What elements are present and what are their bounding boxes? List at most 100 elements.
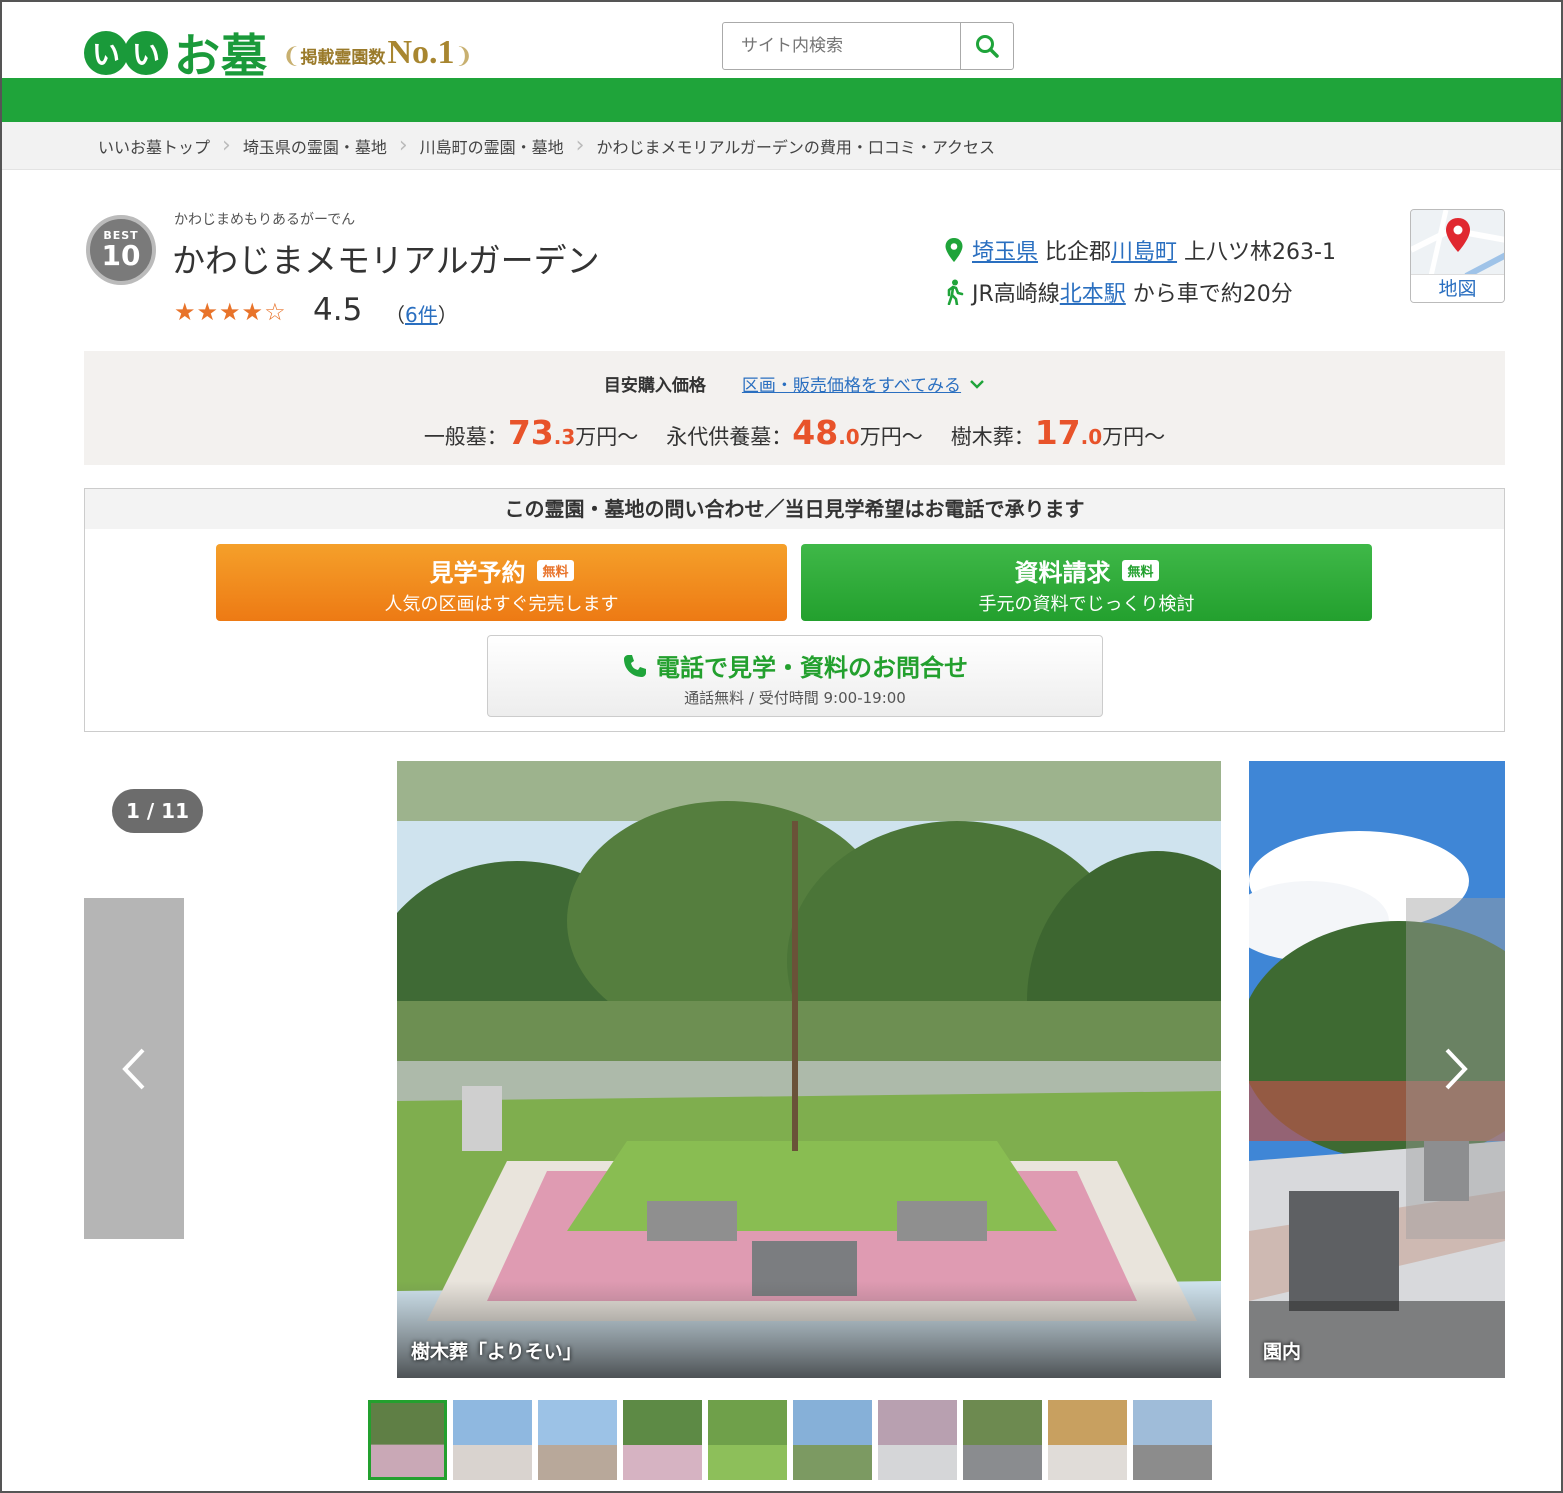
address-rest: 上八ツ林263-1 (1177, 240, 1336, 265)
chevron-right-icon (1445, 1048, 1468, 1089)
address: 埼玉県 比企郡 川島町 上八ツ林263-1 (944, 234, 1336, 266)
gallery-thumbnail[interactable] (878, 1400, 957, 1480)
thumbnail-photo (371, 1403, 444, 1477)
gallery-thumbnail[interactable] (453, 1400, 532, 1480)
breadcrumb-item-current: かわじまメモリアルガーデンの費用・口コミ・アクセス (596, 137, 996, 157)
map-pin-icon (944, 237, 964, 263)
thumbnail-photo (878, 1400, 957, 1480)
review-paren-close: ） (437, 303, 458, 327)
rating-value: 4.5 (313, 292, 363, 328)
gallery-thumbnail[interactable] (368, 1400, 447, 1480)
address-prefecture-link[interactable]: 埼玉県 (972, 234, 1038, 266)
thumbnail-photo (623, 1400, 702, 1480)
address-town-link[interactable]: 川島町 (1111, 234, 1177, 266)
garden-photo (397, 761, 1221, 1378)
all-prices-link[interactable]: 区画・販売価格をすべてみる (742, 371, 961, 396)
chevron-right-icon: › (575, 133, 585, 158)
price-item-dec: .0 (1080, 425, 1103, 449)
best-rank: 10 (101, 239, 141, 272)
gallery-thumbnail[interactable] (1133, 1400, 1212, 1480)
tour-reservation-button[interactable]: 見学予約 無料 人気の区画はすぐ完売します (216, 544, 787, 621)
price-item-dec: .3 (553, 425, 576, 449)
price-item-int: 48 (792, 413, 839, 452)
slide-counter: 1 / 11 (112, 789, 203, 833)
price-item-dec: .0 (838, 425, 860, 449)
laurel-left-icon: ❨ (282, 44, 301, 69)
address-district: 比企郡 (1038, 240, 1112, 265)
thumbnail-photo (538, 1400, 617, 1480)
gallery-thumbnail[interactable] (963, 1400, 1042, 1480)
access-info: JR高崎線 北本駅 から車で約20分 (944, 276, 1293, 308)
price-item-name: 一般墓： (423, 425, 508, 449)
logo-no1-badge: ❨ 掲載霊園数 No.1 ❩ (282, 34, 473, 72)
phone-inquiry-button[interactable]: 電話で見学・資料のお問合せ 通話無料 / 受付時間 9:00-19:00 (487, 635, 1103, 717)
phone-title-row: 電話で見学・資料のお問合せ (488, 648, 1102, 683)
thumbnail-photo (793, 1400, 872, 1480)
price-item-eitai: 永代供養墓：48.0万円～ (666, 413, 922, 452)
logo-badge-text: 掲載霊園数 (300, 48, 386, 68)
gallery-thumbnail[interactable] (538, 1400, 617, 1480)
breadcrumb-item-town[interactable]: 川島町の霊園・墓地 (420, 134, 564, 158)
slide-caption: 樹木葬「よりそい」 (411, 1341, 582, 1363)
price-label: 目安購入価格 (603, 376, 706, 396)
global-nav-bar (2, 78, 1561, 122)
gallery-thumbnail[interactable] (793, 1400, 872, 1480)
site-header: い い お墓 ❨ 掲載霊園数 No.1 ❩ (0, 0, 1563, 83)
next-slide-button[interactable] (1406, 898, 1505, 1239)
price-item-unit: 万円～ (1102, 425, 1166, 449)
site-logo[interactable]: い い お墓 ❨ 掲載霊園数 No.1 ❩ (84, 20, 473, 86)
access-rest: から車で約20分 (1125, 282, 1293, 307)
cemetery-kana: かわじまめもりあるがーでん (174, 212, 356, 228)
price-item-unit: 万円～ (575, 425, 639, 449)
breadcrumb-item-top[interactable]: いいお墓トップ (98, 134, 210, 158)
price-items: 一般墓：73.3万円～ 永代供養墓：48.0万円～ 樹木葬：17.0万円～ (84, 413, 1505, 452)
page-title: かわじまメモリアルガーデン (172, 241, 600, 280)
map-thumbnail-icon (1411, 210, 1504, 276)
map-button[interactable]: 地図 (1410, 209, 1505, 303)
gallery-slide-current[interactable]: 樹木葬「よりそい」 (397, 761, 1221, 1378)
previous-slide-button[interactable] (84, 898, 184, 1239)
search-input[interactable] (723, 23, 960, 69)
logo-ii-mark: い い (84, 31, 168, 75)
price-item-int: 73 (507, 413, 554, 452)
review-paren-open: （ (385, 303, 405, 327)
laurel-right-icon: ❩ (454, 44, 473, 69)
docs-title: 資料請求 (1014, 559, 1111, 587)
search-button[interactable] (960, 23, 1013, 69)
map-label: 地図 (1411, 274, 1504, 302)
price-item-name: 樹木葬： (950, 425, 1035, 449)
breadcrumb: いいお墓トップ › 埼玉県の霊園・墓地 › 川島町の霊園・墓地 › かわじまメモ… (2, 122, 1561, 170)
rating-stars: ★★★★☆ (174, 298, 287, 326)
access-line: JR高崎線 (972, 282, 1060, 307)
docs-title-row: 資料請求 無料 (801, 553, 1372, 588)
breadcrumb-item-prefecture[interactable]: 埼玉県の霊園・墓地 (243, 134, 387, 158)
thumbnail-photo (1048, 1400, 1127, 1480)
site-search (722, 22, 1014, 70)
gallery-thumbnail[interactable] (708, 1400, 787, 1480)
contact-box: この霊園・墓地の問い合わせ／当日見学希望はお電話で承ります 見学予約 無料 人気… (84, 488, 1505, 732)
phone-subtitle: 通話無料 / 受付時間 9:00-19:00 (684, 689, 906, 707)
phone-title: 電話で見学・資料のお問合せ (656, 654, 968, 682)
chevron-right-icon: › (222, 133, 231, 158)
price-item-jumokuso: 樹木葬：17.0万円～ (951, 413, 1165, 452)
price-item-int: 17 (1034, 413, 1081, 452)
free-badge: 無料 (537, 560, 574, 581)
logo-ii-char: い (124, 31, 168, 75)
price-header: 目安購入価格 区画・販売価格をすべてみる (84, 371, 1505, 396)
thumbnail-photo (453, 1400, 532, 1480)
tour-subtitle: 人気の区画はすぐ完売します (384, 594, 619, 615)
access-station-link[interactable]: 北本駅 (1060, 276, 1126, 308)
request-documents-button[interactable]: 資料請求 無料 手元の資料でじっくり検討 (801, 544, 1372, 621)
gallery-thumbnail[interactable] (1048, 1400, 1127, 1480)
price-item-unit: 万円～ (859, 425, 923, 449)
price-item-general: 一般墓：73.3万円～ (424, 413, 638, 452)
review-count-link[interactable]: 6件 (405, 303, 438, 327)
logo-ohaka-text: お墓 (174, 29, 268, 83)
thumbnail-strip (368, 1400, 1218, 1480)
thumbnail-photo (708, 1400, 787, 1480)
gallery-thumbnail[interactable] (623, 1400, 702, 1480)
chevron-left-icon (122, 1048, 145, 1089)
review-count: （6件） (385, 299, 458, 328)
thumbnail-photo (963, 1400, 1042, 1480)
phone-icon (624, 654, 646, 677)
